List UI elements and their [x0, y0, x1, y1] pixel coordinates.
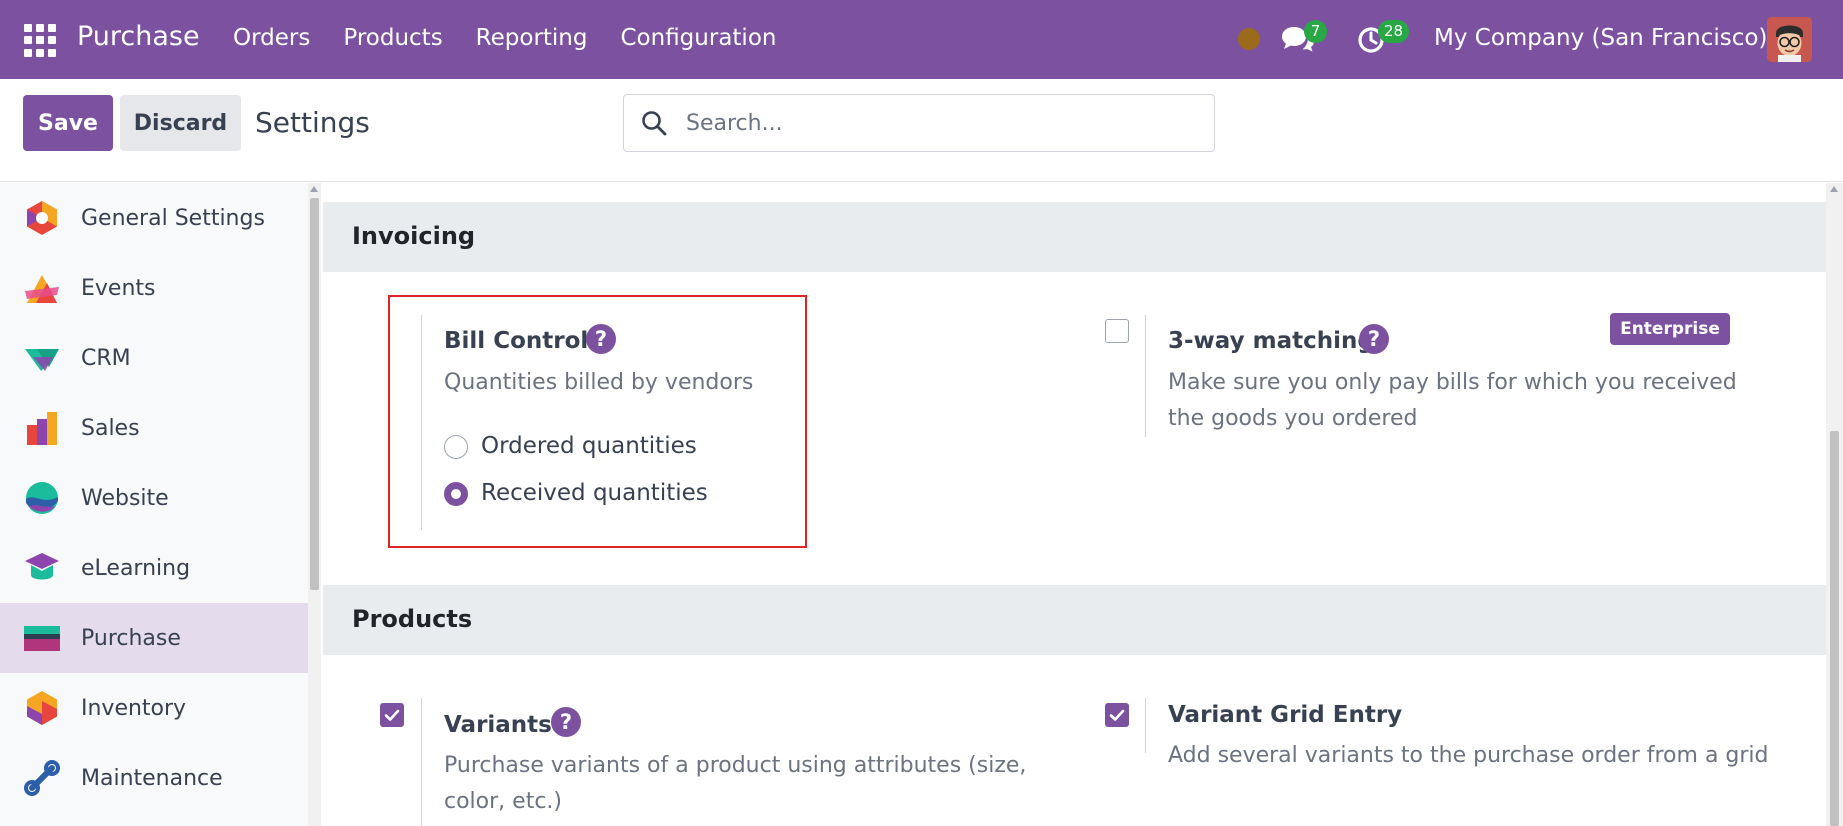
sales-icon — [27, 412, 57, 445]
sidebar-item-sales[interactable]: Sales — [0, 393, 308, 463]
variants-description: Purchase variants of a product using att… — [444, 753, 1027, 814]
divider — [1145, 315, 1146, 437]
search-input[interactable] — [686, 107, 1196, 139]
sidebar-item-label: Sales — [81, 415, 140, 441]
menu-products[interactable]: Products — [343, 25, 442, 51]
menu-reporting[interactable]: Reporting — [476, 25, 588, 51]
variants-checkbox[interactable] — [380, 703, 404, 727]
content-scroll-thumb[interactable] — [1830, 431, 1839, 826]
menu-configuration[interactable]: Configuration — [620, 25, 776, 51]
sidebar-item-elearning[interactable]: eLearning — [0, 533, 308, 603]
sidebar-item-label: eLearning — [81, 555, 191, 581]
invoicing-section-header: Invoicing — [323, 202, 1826, 272]
app-name[interactable]: Purchase — [77, 21, 200, 52]
divider — [421, 698, 422, 826]
products-section-title: Products — [352, 605, 473, 633]
products-section-header: Products — [323, 585, 1826, 655]
events-icon — [25, 275, 59, 303]
crm-icon — [25, 349, 59, 371]
website-icon — [26, 482, 58, 514]
sidebar-item-website[interactable]: Website — [0, 463, 308, 533]
variants-help-icon[interactable]: ? — [551, 707, 581, 737]
search-icon — [642, 111, 667, 136]
sidebar-item-crm[interactable]: CRM — [0, 323, 308, 393]
sidebar-item-inventory[interactable]: Inventory — [0, 673, 308, 743]
divider — [1145, 698, 1146, 753]
app-grid-icon[interactable] — [24, 24, 57, 57]
main-menu: Orders Products Reporting Configuration — [233, 25, 809, 51]
inventory-icon — [27, 691, 57, 725]
variants-title: Variants — [444, 712, 552, 738]
bill-control-help-icon[interactable]: ? — [586, 324, 616, 354]
radio-ordered-quantities[interactable] — [444, 435, 468, 459]
invoicing-section-title: Invoicing — [352, 222, 476, 250]
sidebar-item-label: CRM — [81, 345, 131, 371]
user-avatar[interactable] — [1767, 17, 1812, 62]
sidebar-item-general-settings[interactable]: General Settings — [0, 183, 308, 253]
three-way-matching-checkbox[interactable] — [1105, 319, 1129, 343]
purchase-icon — [24, 626, 60, 651]
sidebar-item-label: General Settings — [81, 205, 265, 231]
received-quantities-label[interactable]: Received quantities — [481, 480, 708, 506]
content-scrollbar[interactable] — [1826, 183, 1843, 826]
sidebar-scroll-thumb[interactable] — [310, 198, 319, 590]
activities-count-badge: 28 — [1378, 20, 1410, 43]
variant-grid-entry-checkbox[interactable] — [1105, 703, 1129, 727]
bill-control-description: Quantities billed by vendors — [444, 370, 754, 395]
radio-received-quantities[interactable] — [444, 482, 468, 506]
sidebar-item-purchase[interactable]: Purchase — [0, 603, 308, 673]
scroll-up-arrow-icon[interactable] — [1830, 186, 1838, 192]
discard-button[interactable]: Discard — [120, 95, 241, 151]
general-settings-icon — [27, 201, 57, 235]
settings-sidebar: General Settings Events CRM Sales Websit… — [0, 183, 308, 826]
search-box[interactable] — [623, 94, 1215, 152]
page-title: Settings — [255, 106, 370, 139]
sidebar-scrollbar[interactable] — [308, 183, 321, 826]
scroll-up-arrow-icon[interactable] — [310, 186, 318, 192]
bill-control-title: Bill Control — [444, 328, 589, 354]
sidebar-item-label: Events — [81, 275, 156, 301]
control-panel: Save Discard Settings — [0, 79, 1843, 182]
checkmark-icon — [1109, 709, 1125, 721]
save-button[interactable]: Save — [23, 95, 113, 151]
settings-content: Invoicing Bill Control ? Quantities bill… — [323, 183, 1826, 826]
messages-count-badge: 7 — [1304, 20, 1327, 43]
maintenance-icon — [24, 760, 60, 796]
variant-grid-entry-description: Add several variants to the purchase ord… — [1168, 743, 1769, 768]
sidebar-item-events[interactable]: Events — [0, 253, 308, 323]
three-way-matching-description: Make sure you only pay bills for which y… — [1168, 370, 1737, 431]
sidebar-item-label: Purchase — [81, 625, 181, 651]
enterprise-badge[interactable]: Enterprise — [1610, 313, 1730, 345]
ordered-quantities-label[interactable]: Ordered quantities — [481, 433, 697, 459]
elearning-icon — [25, 553, 59, 580]
divider — [421, 315, 422, 530]
top-navbar: Purchase Orders Products Reporting Confi… — [0, 0, 1843, 79]
variant-grid-entry-title: Variant Grid Entry — [1168, 702, 1403, 728]
menu-orders[interactable]: Orders — [233, 25, 310, 51]
checkmark-icon — [384, 709, 400, 721]
sidebar-item-label: Website — [81, 485, 169, 511]
company-switcher[interactable]: My Company (San Francisco) — [1434, 25, 1767, 51]
sidebar-item-label: Maintenance — [81, 765, 223, 791]
three-way-matching-title: 3-way matching — [1168, 328, 1374, 354]
sidebar-item-maintenance[interactable]: Maintenance — [0, 743, 308, 813]
presence-status-icon[interactable] — [1238, 28, 1260, 50]
three-way-matching-help-icon[interactable]: ? — [1359, 324, 1389, 354]
sidebar-item-label: Inventory — [81, 695, 187, 721]
